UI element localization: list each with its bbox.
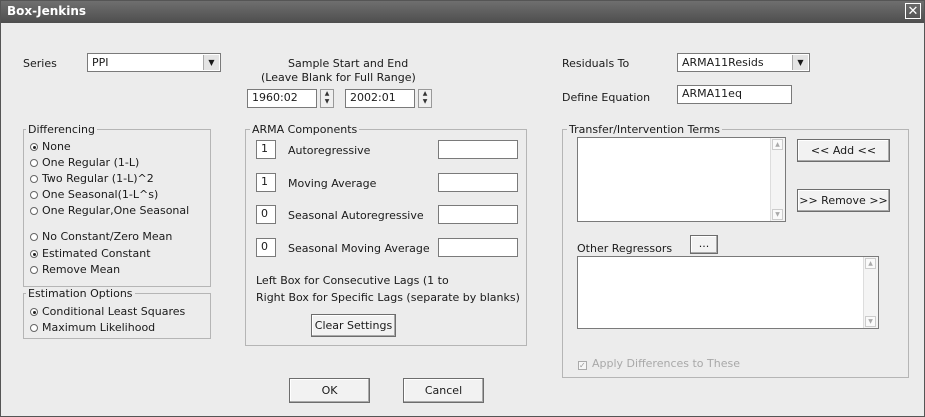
sar-label: Seasonal Autoregressive xyxy=(288,209,424,222)
chevron-down-icon[interactable]: ▼ xyxy=(792,55,808,70)
series-label: Series xyxy=(23,57,57,70)
sma-count-input[interactable]: 0 xyxy=(256,238,276,257)
sample-heading: Sample Start and End xyxy=(288,57,409,70)
radio-label: One Seasonal(1-L^s) xyxy=(42,188,159,201)
cancel-button[interactable]: Cancel xyxy=(403,378,484,403)
radio-label: One Regular (1-L) xyxy=(42,156,140,169)
define-equation-input[interactable]: ARMA11eq xyxy=(677,85,792,104)
other-regressors-label: Other Regressors xyxy=(577,242,673,255)
radio-off-icon xyxy=(30,207,38,215)
sar-count-input[interactable]: 0 xyxy=(256,205,276,224)
radio-on-icon xyxy=(30,143,38,151)
sar-specific-input[interactable] xyxy=(438,205,518,224)
residuals-value: ARMA11Resids xyxy=(682,56,764,69)
ar-count-input[interactable]: 1 xyxy=(256,140,276,159)
radio-diff-regular-seasonal[interactable]: One Regular,One Seasonal xyxy=(30,204,189,217)
ar-label: Autoregressive xyxy=(288,144,371,157)
close-icon[interactable]: ✕ xyxy=(905,3,921,19)
sma-label: Seasonal Moving Average xyxy=(288,242,430,255)
chevron-down-icon[interactable]: ▼ xyxy=(203,55,219,70)
sample-end-input[interactable]: 2002:01 xyxy=(345,89,415,108)
radio-off-icon xyxy=(30,175,38,183)
radio-diff-none[interactable]: None xyxy=(30,140,71,153)
transfer-terms-list[interactable]: ▲ ▼ xyxy=(577,137,786,222)
estimation-title: Estimation Options xyxy=(26,287,135,300)
apply-differences-label: Apply Differences to These xyxy=(592,357,740,370)
scroll-down-icon[interactable]: ▼ xyxy=(772,209,783,220)
transfer-title: Transfer/Intervention Terms xyxy=(567,123,722,136)
differencing-title: Differencing xyxy=(26,123,97,136)
window-title: Box-Jenkins xyxy=(7,4,87,18)
define-equation-label: Define Equation xyxy=(562,91,651,104)
sma-specific-input[interactable] xyxy=(438,238,518,257)
remove-button[interactable]: >> Remove >> xyxy=(797,189,890,212)
radio-diff-one-seasonal[interactable]: One Seasonal(1-L^s) xyxy=(30,188,158,201)
radio-on-icon xyxy=(30,250,38,258)
radio-conditional-least-squares[interactable]: Conditional Least Squares xyxy=(30,305,185,318)
radio-no-constant[interactable]: No Constant/Zero Mean xyxy=(30,230,172,243)
residuals-dropdown[interactable]: ARMA11Resids ▼ xyxy=(677,53,810,72)
title-bar: Box-Jenkins ✕ xyxy=(1,1,924,23)
scroll-down-icon[interactable]: ▼ xyxy=(865,316,876,327)
scrollbar[interactable]: ▲ ▼ xyxy=(863,257,878,328)
series-value: PPI xyxy=(92,56,109,69)
sample-subheading: (Leave Blank for Full Range) xyxy=(261,71,416,84)
checkbox-checked-icon: ✓ xyxy=(578,361,587,370)
radio-label: Estimated Constant xyxy=(42,247,151,260)
residuals-label: Residuals To xyxy=(562,57,630,70)
sample-start-spinner-icon[interactable]: ▲ ▼ xyxy=(320,89,334,108)
scroll-up-icon[interactable]: ▲ xyxy=(865,258,876,269)
radio-label: Remove Mean xyxy=(42,263,121,276)
radio-label: No Constant/Zero Mean xyxy=(42,230,173,243)
radio-label: Maximum Likelihood xyxy=(42,321,156,334)
add-button[interactable]: << Add << xyxy=(797,139,890,162)
scroll-up-icon[interactable]: ▲ xyxy=(772,139,783,150)
sample-start-input[interactable]: 1960:02 xyxy=(247,89,317,108)
dialog-window: Box-Jenkins ✕ Series PPI ▼ Sample Start … xyxy=(0,0,925,417)
ma-specific-input[interactable] xyxy=(438,173,518,192)
radio-off-icon xyxy=(30,266,38,274)
ok-button[interactable]: OK xyxy=(289,378,370,403)
apply-differences-checkbox[interactable]: ✓ Apply Differences to These xyxy=(578,357,740,370)
arma-title: ARMA Components xyxy=(250,123,360,136)
radio-label: Two Regular (1-L)^2 xyxy=(42,172,154,185)
arma-note-consecutive: Left Box for Consecutive Lags (1 to xyxy=(256,274,449,287)
ar-specific-input[interactable] xyxy=(438,140,518,159)
radio-off-icon xyxy=(30,159,38,167)
radio-off-icon xyxy=(30,324,38,332)
radio-maximum-likelihood[interactable]: Maximum Likelihood xyxy=(30,321,155,334)
radio-label: None xyxy=(42,140,71,153)
series-dropdown[interactable]: PPI ▼ xyxy=(87,53,221,72)
radio-diff-two-regular[interactable]: Two Regular (1-L)^2 xyxy=(30,172,154,185)
radio-off-icon xyxy=(30,233,38,241)
radio-estimated-constant[interactable]: Estimated Constant xyxy=(30,247,151,260)
radio-remove-mean[interactable]: Remove Mean xyxy=(30,263,120,276)
arma-note-specific: Right Box for Specific Lags (separate by… xyxy=(256,291,520,304)
other-regressors-list[interactable]: ▲ ▼ xyxy=(577,256,879,329)
radio-label: One Regular,One Seasonal xyxy=(42,204,190,217)
sample-end-spinner-icon[interactable]: ▲ ▼ xyxy=(418,89,432,108)
ma-count-input[interactable]: 1 xyxy=(256,173,276,192)
ma-label: Moving Average xyxy=(288,177,377,190)
scrollbar[interactable]: ▲ ▼ xyxy=(770,138,785,221)
radio-diff-one-regular[interactable]: One Regular (1-L) xyxy=(30,156,139,169)
radio-on-icon xyxy=(30,308,38,316)
other-regressors-browse-button[interactable]: ... xyxy=(690,235,718,254)
clear-settings-button[interactable]: Clear Settings xyxy=(311,314,396,337)
radio-off-icon xyxy=(30,191,38,199)
radio-label: Conditional Least Squares xyxy=(42,305,186,318)
